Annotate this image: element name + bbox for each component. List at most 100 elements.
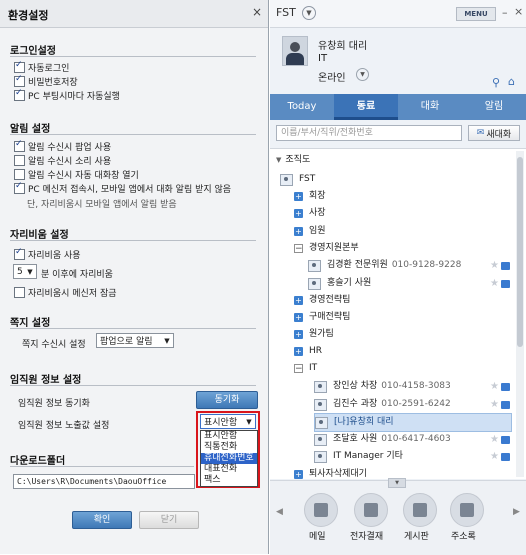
chevron-down-icon: ▼ — [164, 336, 170, 345]
tree-row[interactable]: 장인상 차장 010-4158-3083 ★ — [314, 378, 510, 395]
tree-row[interactable]: + HR — [294, 343, 322, 360]
scrollbar-thumb[interactable] — [517, 157, 523, 347]
tree-row[interactable]: + 회장 — [294, 188, 326, 205]
dropdown-option[interactable]: 대표전화 — [201, 464, 257, 475]
away-lock-checkbox[interactable]: 자리비움시 메신저 잠금 — [14, 286, 117, 299]
tree-row[interactable]: + 사장 — [294, 205, 326, 222]
employee-section-title: 임직원 정보 설정 — [10, 375, 82, 386]
chat-status-icon[interactable] — [501, 261, 510, 270]
avatar[interactable] — [282, 36, 308, 66]
next-arrow-icon[interactable]: ▶ — [513, 507, 520, 517]
checkbox-icon[interactable] — [14, 181, 25, 194]
tree-label: 김진수 과장 — [333, 399, 378, 409]
away-minutes-select[interactable]: 5 ▼ — [13, 264, 37, 279]
chat-status-icon[interactable] — [501, 452, 510, 461]
collapse-icon[interactable]: − — [294, 364, 303, 374]
alarm-auto-open-checkbox[interactable]: 알림 수신시 자동 대화창 열기 — [14, 168, 139, 181]
status-chevron-icon[interactable]: ▼ — [356, 68, 369, 81]
expand-icon[interactable]: + — [294, 227, 303, 236]
tab-colleagues[interactable]: 동료 — [334, 94, 398, 120]
tree-row[interactable]: + 원가팀 — [294, 326, 334, 343]
expand-icon[interactable]: + — [294, 313, 303, 322]
search-input[interactable]: 이름/부서/직위/전화번호 — [276, 125, 462, 141]
favorite-star-icon[interactable]: ★ — [490, 448, 499, 465]
close-icon[interactable]: × — [514, 5, 523, 18]
expand-handle[interactable]: ▼ — [388, 478, 406, 488]
approval-icon[interactable] — [354, 493, 388, 527]
checkbox-icon[interactable] — [14, 286, 25, 298]
expand-icon[interactable]: + — [294, 192, 303, 201]
tree-row[interactable]: 김경환 전문위원 010-9128-9228 ★ — [308, 257, 510, 274]
tree-row[interactable]: FST — [280, 171, 315, 188]
board-icon[interactable] — [403, 493, 437, 527]
close-icon[interactable]: × — [252, 5, 262, 19]
favorite-star-icon[interactable]: ★ — [490, 396, 499, 413]
expand-icon[interactable]: + — [294, 347, 303, 356]
expand-icon[interactable]: + — [294, 296, 303, 305]
expand-icon[interactable]: + — [294, 330, 303, 339]
chat-status-icon[interactable] — [501, 435, 510, 444]
menu-button[interactable]: MENU — [456, 7, 496, 21]
home-icon[interactable]: ⌂ — [508, 75, 515, 88]
tree-row[interactable]: 조달호 사원 010-6417-4603 ★ — [314, 431, 510, 448]
memo-select[interactable]: 팝업으로 알림 ▼ — [96, 333, 174, 348]
tab-alarm[interactable]: 알림 — [462, 94, 526, 120]
alarm-popup-checkbox[interactable]: 알림 수신시 팝업 사용 — [14, 139, 111, 153]
auto-run-checkbox[interactable]: PC 부팅시마다 자동실행 — [14, 88, 120, 102]
checkbox-icon[interactable] — [14, 139, 25, 152]
tree-row[interactable]: − 경영지원본부 — [294, 240, 359, 257]
expand-icon[interactable]: + — [294, 209, 303, 218]
display-select[interactable]: 표시안함 ▼ — [200, 414, 256, 429]
alarm-sound-checkbox[interactable]: 알림 수신시 소리 사용 — [14, 154, 111, 167]
favorite-star-icon[interactable]: ★ — [490, 431, 499, 448]
tree-row[interactable]: − IT — [294, 360, 317, 377]
org-label-row[interactable]: ▼ 조직도 — [276, 152, 310, 169]
phone-number: 010-2591-6242 — [381, 399, 451, 409]
dropdown-option[interactable]: 표시안함 — [201, 431, 257, 442]
pin-icon[interactable]: ⚲ — [492, 76, 500, 89]
tab-today[interactable]: Today — [270, 94, 334, 120]
new-chat-button[interactable]: ✉ 새대화 — [468, 125, 520, 141]
tab-chat[interactable]: 대화 — [398, 94, 462, 120]
minimize-icon[interactable]: – — [502, 6, 508, 19]
ok-button[interactable]: 확인 — [72, 511, 132, 529]
chat-status-icon[interactable] — [501, 400, 510, 409]
checkbox-icon[interactable] — [14, 60, 25, 73]
cancel-button[interactable]: 닫기 — [139, 511, 199, 529]
away-use-checkbox[interactable]: 자리비움 사용 — [14, 247, 81, 261]
chevron-down-icon[interactable]: ▼ — [302, 6, 316, 20]
tree-row[interactable]: + 경영전략팀 — [294, 292, 350, 309]
dropdown-option[interactable]: 휴대전화번호 — [201, 453, 257, 464]
download-path-field[interactable]: C:\Users\R\Documents\DaouOffice — [13, 474, 195, 489]
checkbox-icon[interactable] — [14, 88, 25, 101]
auto-login-checkbox[interactable]: 자동로그인 — [14, 60, 69, 74]
tree-row[interactable]: IT Manager 기타 ★ — [314, 448, 510, 465]
scrollbar[interactable] — [516, 151, 524, 477]
favorite-star-icon[interactable]: ★ — [490, 378, 499, 395]
address-book-icon[interactable] — [450, 493, 484, 527]
tree-row[interactable]: 홍슬기 사원 ★ — [308, 275, 510, 292]
dropdown-option[interactable]: 직통전화 — [201, 442, 257, 453]
prev-arrow-icon[interactable]: ◀ — [276, 507, 283, 517]
save-password-checkbox[interactable]: 비밀번호저장 — [14, 74, 78, 88]
tree-row[interactable]: + 구매전략팀 — [294, 309, 350, 326]
mobile-alarm-checkbox[interactable]: PC 메신저 접속시, 모바일 앱에서 대화 알림 받지 않음 — [14, 181, 231, 195]
collapse-icon[interactable]: − — [294, 244, 303, 254]
favorite-star-icon[interactable]: ★ — [490, 257, 499, 274]
tree-label: 회장 — [309, 191, 326, 201]
chat-status-icon[interactable] — [501, 279, 510, 288]
checkbox-icon[interactable] — [14, 247, 25, 260]
dropdown-option[interactable]: 팩스 — [201, 475, 257, 486]
mail-icon[interactable] — [304, 493, 338, 527]
tree-row[interactable]: + 임원 — [294, 223, 326, 240]
favorite-star-icon[interactable]: ★ — [490, 275, 499, 292]
expand-icon[interactable]: + — [294, 470, 303, 479]
checkbox-icon[interactable] — [14, 74, 25, 87]
tree-row-self[interactable]: [나]유창희 대리 — [314, 413, 512, 432]
chat-status-icon[interactable] — [501, 382, 510, 391]
login-section-title: 로그인설정 — [10, 46, 56, 57]
checkbox-icon[interactable] — [14, 168, 25, 180]
checkbox-icon[interactable] — [14, 154, 25, 166]
tree-row[interactable]: 김진수 과장 010-2591-6242 ★ — [314, 396, 510, 413]
sync-button[interactable]: 동기화 — [196, 391, 258, 409]
